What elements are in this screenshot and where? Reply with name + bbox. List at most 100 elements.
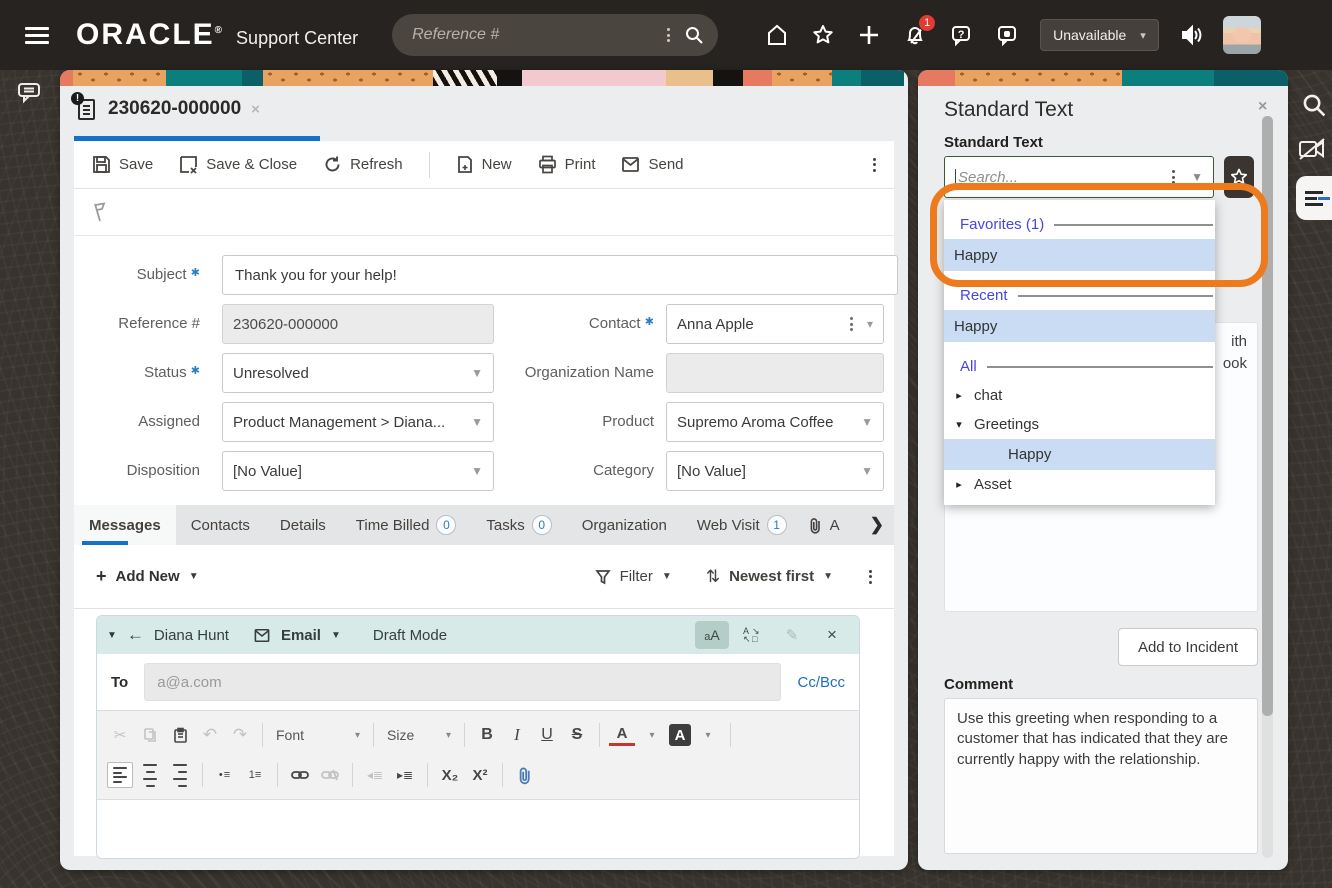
collapse-arrow-icon[interactable]: ▾ [944,418,974,431]
edge-search-icon[interactable] [1296,88,1332,122]
help-icon[interactable]: ? [938,23,984,47]
superscript-button[interactable]: X² [467,762,493,788]
bold-button[interactable]: B [474,722,500,748]
toolbar-overflow-kebab-icon[interactable] [873,155,876,174]
print-button[interactable]: Print [538,155,595,174]
disposition-select[interactable]: [No Value] ▼ [222,451,494,491]
contact-select[interactable]: Anna Apple ▾ [666,304,884,344]
tree-node-greetings[interactable]: ▾ Greetings [944,410,1215,439]
tree-node-asset[interactable]: ▸ Asset [944,470,1215,499]
cc-bcc-link[interactable]: Cc/Bcc [797,674,845,691]
send-button[interactable]: Send [621,156,684,173]
tab-messages[interactable]: Messages [74,505,176,545]
search-icon[interactable] [684,25,704,45]
indent-icon[interactable]: ▸≣ [392,762,418,788]
underline-button[interactable]: U [534,722,560,748]
insert-link-icon[interactable] [287,762,313,788]
attach-file-icon[interactable] [512,762,538,788]
notifications-bell-icon[interactable]: 1 [892,14,938,47]
font-size-toggle-button[interactable]: aA [695,621,729,649]
paste-icon[interactable] [167,722,193,748]
volume-icon[interactable] [1169,23,1215,47]
chevron-down-icon[interactable]: ▾ [695,722,721,748]
standard-text-search-placeholder: Search... [955,168,1172,186]
chevron-down-icon[interactable]: ▼ [1191,170,1203,184]
collapse-chevron-icon[interactable]: ▼ [107,630,117,641]
align-center-button[interactable] [137,762,163,788]
panel-scrollbar[interactable] [1262,116,1273,858]
numbered-list-button[interactable]: 1≡ [242,762,268,788]
flag-icon[interactable] [90,201,110,223]
add-new-message-button[interactable]: + Add New ▼ [96,566,199,587]
expand-arrow-icon[interactable]: ▸ [944,478,974,491]
chevron-down-icon: ▼ [823,571,833,582]
tab-tasks[interactable]: Tasks 0 [471,505,566,545]
to-input[interactable]: a@a.com [144,663,782,701]
incident-tab-close-icon[interactable]: × [251,101,260,118]
favorites-star-icon[interactable] [800,23,846,47]
save-and-close-button[interactable]: Save & Close [179,155,297,174]
channel-selector[interactable]: Email [281,627,321,644]
chevron-down-icon[interactable]: ▾ [867,317,873,331]
standard-text-panel-toggle[interactable] [1296,176,1332,220]
align-left-button[interactable] [107,762,133,788]
search-kebab-icon[interactable] [1172,168,1176,187]
sort-order-button[interactable]: ⇅ Newest first ▼ [706,567,833,587]
panel-close-icon[interactable]: × [1258,98,1267,116]
status-select[interactable]: Unresolved ▼ [222,353,494,393]
add-to-incident-button[interactable]: Add to Incident [1118,628,1258,666]
tabs-scroll-right-icon[interactable]: ❯ [870,515,894,535]
category-select[interactable]: [No Value] ▼ [666,451,884,491]
refresh-button[interactable]: Refresh [323,155,403,174]
background-color-button[interactable]: A [669,724,691,746]
assigned-select[interactable]: Product Management > Diana... ▼ [222,402,494,442]
tab-count-badge: 0 [436,515,457,535]
home-icon[interactable] [754,23,800,47]
font-size-select[interactable]: Size ▾ [383,727,455,743]
contact-options-kebab-icon[interactable] [849,315,853,334]
tab-organization[interactable]: Organization [567,505,682,545]
save-button[interactable]: Save [92,155,153,174]
subject-input[interactable] [222,255,898,295]
close-draft-icon[interactable]: × [815,621,849,649]
expand-arrow-icon[interactable]: ▸ [944,389,974,402]
standard-text-search[interactable]: Search... ▼ [944,156,1214,198]
favorites-filter-star-button[interactable] [1224,156,1254,198]
sidebar-chat-icon[interactable] [14,80,44,106]
tab-details[interactable]: Details [265,505,341,545]
product-select[interactable]: Supremo Aroma Coffee ▼ [666,402,884,442]
messages-overflow-kebab-icon[interactable] [869,567,872,586]
agent-status-selector[interactable]: Unavailable ▾ [1040,19,1159,51]
translate-swap-icon[interactable]: A ↘ ↖ □ [735,621,769,649]
tab-web-visit[interactable]: Web Visit 1 [682,505,802,545]
incident-form: Subject ✱ Reference # 230620-000000 Cont… [74,236,898,505]
hamburger-menu-icon[interactable] [14,23,60,48]
subscript-button[interactable]: X₂ [437,762,463,788]
incident-tab[interactable]: ! 230620-000000 × [71,92,260,122]
video-off-icon[interactable] [1292,130,1332,168]
bullet-list-button[interactable]: •≡ [212,762,238,788]
chevron-down-icon[interactable]: ▼ [331,630,341,641]
font-family-select[interactable]: Font ▾ [272,727,364,743]
dropdown-item-recent-happy[interactable]: Happy [944,310,1215,342]
chevron-down-icon[interactable]: ▾ [639,722,665,748]
tree-node-happy-selected[interactable]: Happy [944,439,1215,470]
filter-button[interactable]: Filter ▼ [594,568,672,585]
user-avatar[interactable] [1222,16,1261,54]
tab-attachments[interactable]: A [802,505,846,545]
secure-chat-icon[interactable] [984,23,1030,47]
global-search[interactable]: Reference # [392,14,719,56]
tree-node-chat[interactable]: ▸ chat [944,381,1215,410]
search-options-kebab-icon[interactable] [667,26,671,45]
align-right-button[interactable] [167,762,193,788]
scrollbar-thumb[interactable] [1262,116,1273,716]
italic-button[interactable]: I [504,722,530,748]
strikethrough-button[interactable]: S [564,722,590,748]
dropdown-item-favorites-happy[interactable]: Happy [944,239,1215,271]
tab-time-billed[interactable]: Time Billed 0 [341,505,472,545]
add-new-icon[interactable] [846,23,892,47]
text-color-button[interactable]: A [609,724,635,746]
tab-contacts[interactable]: Contacts [176,505,265,545]
message-body-editor[interactable] [97,800,859,858]
new-button[interactable]: New [456,155,512,174]
